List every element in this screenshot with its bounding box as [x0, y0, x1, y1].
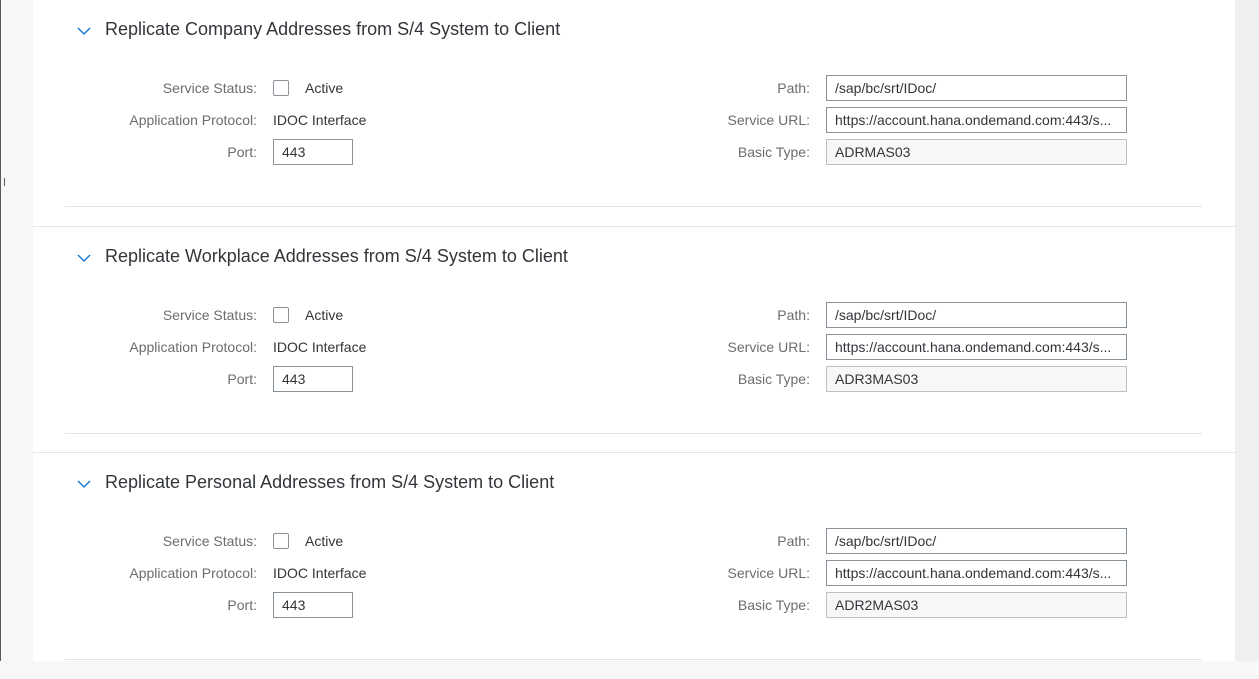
service-status-label: Service Status:	[162, 533, 257, 549]
service-url-field[interactable]: https://account.hana.ondemand.com:443/s.…	[826, 560, 1127, 586]
section-divider	[65, 206, 1202, 207]
app-protocol-value: IDOC Interface	[273, 112, 367, 128]
basic-type-field[interactable]: ADRMAS03	[826, 139, 1127, 165]
port-label: Port:	[227, 144, 257, 160]
active-checkbox[interactable]	[273, 533, 289, 549]
basic-type-label: Basic Type:	[737, 371, 810, 387]
port-field[interactable]: 443	[273, 366, 353, 392]
path-label: Path:	[777, 80, 810, 96]
active-label[interactable]: Active	[305, 533, 343, 549]
basic-type-field[interactable]: ADR3MAS03	[826, 366, 1127, 392]
service-url-label: Service URL:	[727, 339, 810, 355]
app-protocol-label: Application Protocol:	[129, 565, 257, 581]
path-label: Path:	[777, 307, 810, 323]
path-field[interactable]: /sap/bc/srt/IDoc/	[826, 528, 1127, 554]
left-gutter	[1, 0, 33, 661]
section-title: Replicate Personal Addresses from S/4 Sy…	[105, 472, 555, 492]
app-protocol-label: Application Protocol:	[129, 112, 257, 128]
port-label: Port:	[227, 597, 257, 613]
service-url-field[interactable]: https://account.hana.ondemand.com:443/s.…	[826, 107, 1127, 133]
service-url-label: Service URL:	[727, 112, 810, 128]
port-field[interactable]: 443	[273, 139, 353, 165]
settings-content: Replicate Company Addresses from S/4 Sys…	[33, 0, 1235, 661]
section-company-addresses: Replicate Company Addresses from S/4 Sys…	[33, 0, 1235, 226]
section-title: Replicate Workplace Addresses from S/4 S…	[105, 246, 568, 266]
section-workplace-addresses: Replicate Workplace Addresses from S/4 S…	[33, 226, 1235, 453]
service-status-label: Service Status:	[162, 80, 257, 96]
basic-type-label: Basic Type:	[737, 144, 810, 160]
active-label[interactable]: Active	[305, 80, 343, 96]
scrollbar-track[interactable]	[1235, 0, 1259, 661]
path-field[interactable]: /sap/bc/srt/IDoc/	[826, 302, 1127, 328]
service-url-field[interactable]: https://account.hana.ondemand.com:443/s.…	[826, 334, 1127, 360]
section-title: Replicate Company Addresses from S/4 Sys…	[105, 19, 561, 39]
chevron-down-icon[interactable]	[75, 475, 93, 493]
port-label: Port:	[227, 371, 257, 387]
active-checkbox[interactable]	[273, 307, 289, 323]
service-url-label: Service URL:	[727, 565, 810, 581]
basic-type-field[interactable]: ADR2MAS03	[826, 592, 1127, 618]
active-checkbox[interactable]	[273, 80, 289, 96]
app-protocol-label: Application Protocol:	[129, 339, 257, 355]
app-protocol-value: IDOC Interface	[273, 565, 367, 581]
path-field[interactable]: /sap/bc/srt/IDoc/	[826, 75, 1127, 101]
active-label[interactable]: Active	[305, 307, 343, 323]
chevron-down-icon[interactable]	[75, 249, 93, 267]
path-label: Path:	[777, 533, 810, 549]
section-divider	[65, 433, 1202, 434]
section-divider	[65, 659, 1202, 660]
chevron-down-icon[interactable]	[75, 22, 93, 40]
basic-type-label: Basic Type:	[737, 597, 810, 613]
gutter-mark	[1, 178, 5, 186]
service-status-label: Service Status:	[162, 307, 257, 323]
section-personal-addresses: Replicate Personal Addresses from S/4 Sy…	[33, 452, 1235, 679]
port-field[interactable]: 443	[273, 592, 353, 618]
app-protocol-value: IDOC Interface	[273, 339, 367, 355]
